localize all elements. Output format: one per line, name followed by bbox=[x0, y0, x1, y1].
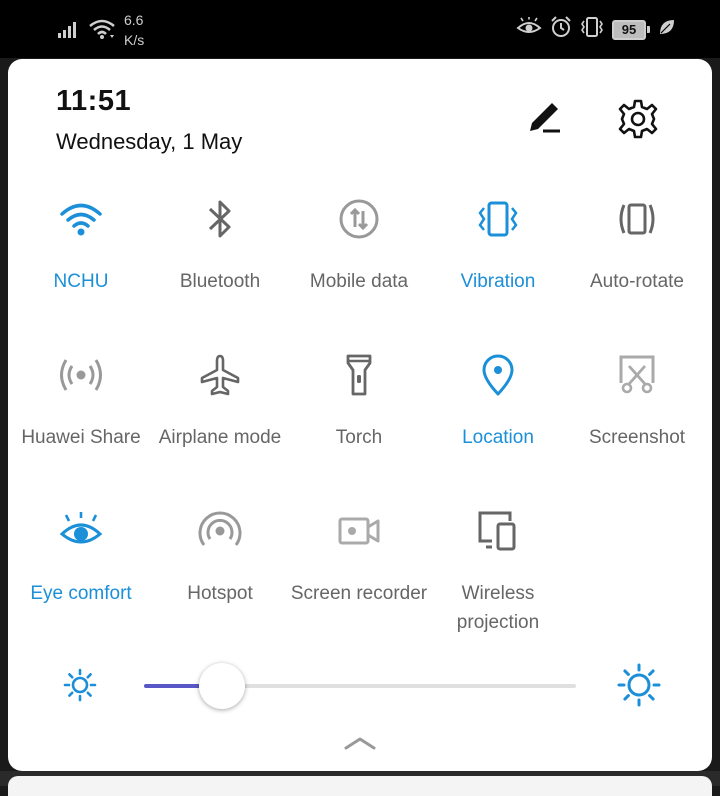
battery-tip bbox=[647, 26, 650, 33]
battery-icon: 95 bbox=[612, 19, 650, 40]
status-bar-left: 6.6 K/s bbox=[58, 10, 144, 50]
notification-card-edge bbox=[8, 776, 712, 796]
tile-airplane-mode[interactable]: Airplane mode bbox=[150, 353, 290, 452]
tile-label: NCHU bbox=[53, 271, 109, 292]
tile-label: Hotspot bbox=[187, 583, 253, 604]
tile-label: Torch bbox=[335, 427, 383, 448]
brightness-slider-thumb[interactable] bbox=[198, 663, 245, 709]
chevron-up-icon bbox=[343, 735, 377, 756]
bluetooth-icon bbox=[150, 197, 290, 241]
tile-label: Auto-rotate bbox=[590, 271, 684, 292]
battery-level: 95 bbox=[612, 19, 646, 40]
tile-auto-rotate[interactable]: Auto-rotate bbox=[567, 197, 707, 296]
status-bar-right: 95 bbox=[516, 16, 676, 43]
wifi-icon bbox=[11, 197, 151, 241]
tile-label: Screenshot bbox=[588, 427, 686, 448]
tile-location[interactable]: Location bbox=[428, 353, 568, 452]
vibration-icon bbox=[428, 197, 568, 241]
tile-label: Eye comfort bbox=[30, 583, 132, 604]
tile-label: Wireless projection bbox=[456, 583, 540, 633]
clock-date: Wednesday, 1 May bbox=[56, 129, 243, 154]
hotspot-icon bbox=[150, 509, 290, 553]
tile-hotspot[interactable]: Hotspot bbox=[150, 509, 290, 608]
eye-icon bbox=[11, 509, 151, 553]
tile-label: Huawei Share bbox=[21, 427, 141, 448]
tile-bluetooth[interactable]: Bluetooth bbox=[150, 197, 290, 296]
tile-screen-recorder[interactable]: Screen recorder bbox=[289, 509, 429, 608]
tile-label: Bluetooth bbox=[179, 271, 261, 292]
tile-label: Screen recorder bbox=[290, 583, 428, 604]
edit-button[interactable] bbox=[522, 99, 566, 143]
huawei-share-icon bbox=[11, 353, 151, 397]
eye-comfort-icon bbox=[516, 17, 542, 42]
settings-button[interactable] bbox=[616, 99, 660, 143]
tile-label: Location bbox=[462, 427, 534, 448]
status-bar: 6.6 K/s 95 bbox=[0, 0, 720, 58]
auto-rotate-icon bbox=[567, 197, 707, 241]
wifi-icon bbox=[88, 18, 116, 45]
network-speed-value: 6.6 bbox=[124, 12, 144, 28]
airplane-icon bbox=[150, 353, 290, 397]
mobile-data-icon bbox=[289, 197, 429, 241]
alarm-icon bbox=[550, 16, 572, 43]
gear-icon bbox=[617, 98, 659, 145]
screenshot-icon bbox=[567, 353, 707, 397]
location-pin-icon bbox=[428, 353, 568, 397]
tile-torch[interactable]: Torch bbox=[289, 353, 429, 452]
tile-huawei-share[interactable]: Huawei Share bbox=[11, 353, 151, 452]
tile-vibration[interactable]: Vibration bbox=[428, 197, 568, 296]
signal-icon bbox=[58, 20, 80, 43]
wireless-projection-icon bbox=[428, 509, 568, 553]
sun-small-icon bbox=[62, 667, 98, 703]
leaf-icon bbox=[658, 18, 676, 41]
tile-eye-comfort[interactable]: Eye comfort bbox=[11, 509, 151, 608]
quick-settings-panel: 11:51 Wednesday, 1 May NCHU Bluetooth Mo… bbox=[8, 59, 712, 771]
tile-label: Vibration bbox=[460, 271, 536, 292]
tile-wifi[interactable]: NCHU bbox=[11, 197, 151, 296]
tile-label: Mobile data bbox=[309, 271, 409, 292]
vibrate-icon bbox=[580, 16, 604, 43]
tile-screenshot[interactable]: Screenshot bbox=[567, 353, 707, 452]
sun-large-icon bbox=[616, 662, 662, 708]
clock-time: 11:51 bbox=[56, 85, 132, 117]
network-speed: 6.6 K/s bbox=[124, 10, 144, 50]
torch-icon bbox=[289, 353, 429, 397]
network-speed-unit: K/s bbox=[124, 32, 145, 48]
tile-label: Airplane mode bbox=[158, 427, 282, 448]
tile-mobile-data[interactable]: Mobile data bbox=[289, 197, 429, 296]
screen-recorder-icon bbox=[289, 509, 429, 553]
collapse-panel-button[interactable] bbox=[340, 731, 380, 759]
tile-wireless-projection[interactable]: Wireless projection bbox=[428, 509, 568, 637]
pencil-icon bbox=[524, 99, 564, 144]
